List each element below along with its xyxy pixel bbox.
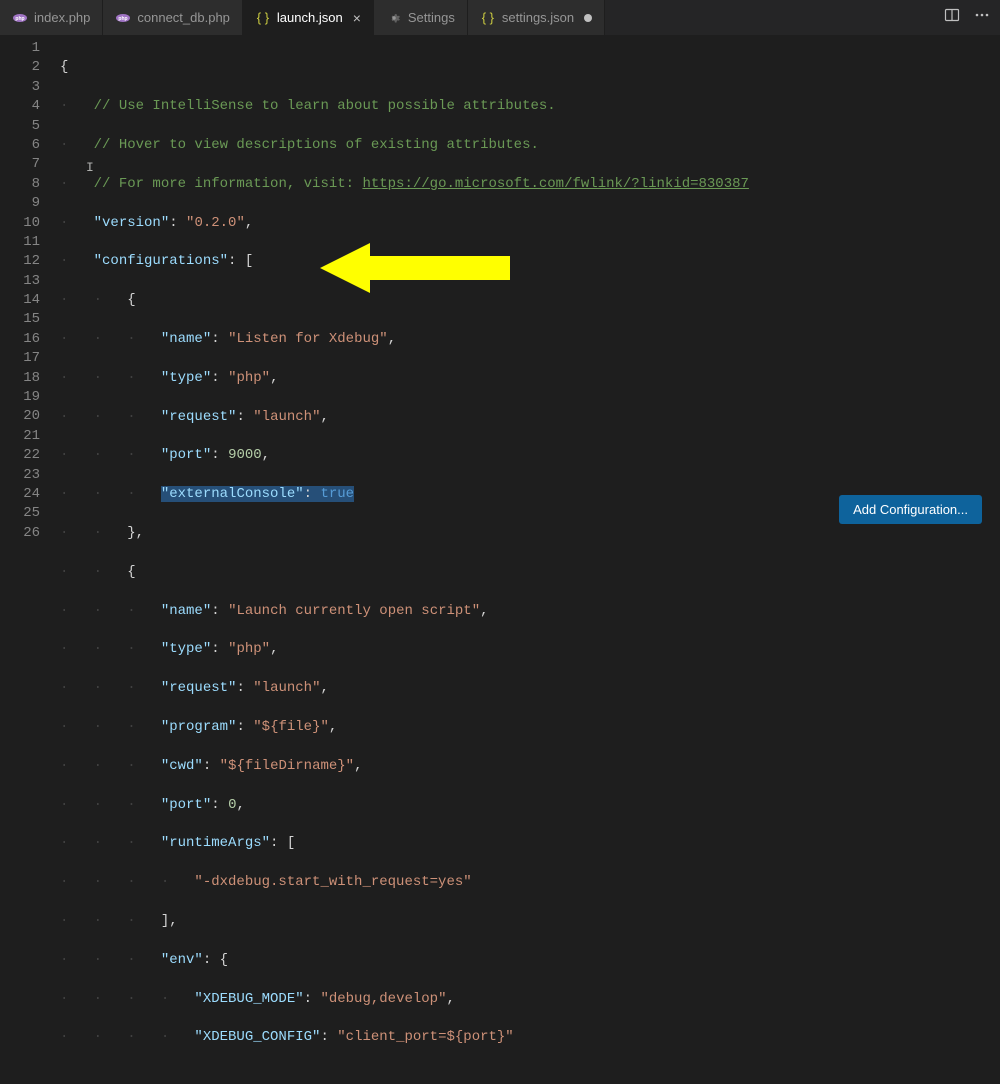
code-content[interactable]: { · // Use IntelliSense to learn about p… [60, 35, 1000, 542]
line-number: 4 [0, 97, 40, 116]
line-number: 24 [0, 485, 40, 504]
line-number: 21 [0, 427, 40, 446]
tab-label: Settings [408, 10, 455, 25]
line-number: 17 [0, 349, 40, 368]
line-number: 14 [0, 291, 40, 310]
line-number: 12 [0, 252, 40, 271]
text-cursor-icon: I [86, 158, 94, 177]
tab-bar: php index.php php connect_db.php { } lau… [0, 0, 1000, 35]
line-number: 22 [0, 446, 40, 465]
svg-text:php: php [15, 16, 24, 22]
tab-connect-db-php[interactable]: php connect_db.php [103, 0, 243, 35]
tab-settings-json[interactable]: { } settings.json [468, 0, 605, 35]
line-number: 11 [0, 233, 40, 252]
tab-settings[interactable]: Settings [374, 0, 468, 35]
tab-label: settings.json [502, 10, 574, 25]
gear-icon [386, 10, 402, 26]
php-icon: php [115, 10, 131, 26]
line-number: 25 [0, 504, 40, 523]
line-number: 23 [0, 466, 40, 485]
line-number-gutter: 1 2 3 4 5 6 7 8 9 10 11 12 13 14 15 16 1… [0, 35, 60, 542]
tab-actions [934, 0, 1000, 35]
line-number: 26 [0, 524, 40, 543]
tab-label: index.php [34, 10, 90, 25]
line-number: 6 [0, 136, 40, 155]
line-number: 3 [0, 78, 40, 97]
add-configuration-button[interactable]: Add Configuration... [839, 495, 982, 524]
tab-index-php[interactable]: php index.php [0, 0, 103, 35]
tab-launch-json[interactable]: { } launch.json × [243, 0, 374, 35]
line-number: 13 [0, 272, 40, 291]
line-number: 16 [0, 330, 40, 349]
line-number: 10 [0, 214, 40, 233]
line-number: 19 [0, 388, 40, 407]
line-number: 5 [0, 117, 40, 136]
line-number: 1 [0, 39, 40, 58]
split-editor-icon[interactable] [944, 7, 960, 28]
annotation-arrow-icon [320, 238, 520, 298]
tab-label: launch.json [277, 10, 343, 25]
close-icon[interactable]: × [353, 10, 361, 26]
line-number: 7 [0, 155, 40, 174]
more-actions-icon[interactable] [974, 7, 990, 28]
dirty-indicator-icon [584, 14, 592, 22]
json-icon: { } [480, 10, 496, 26]
line-number: 18 [0, 369, 40, 388]
line-number: 8 [0, 175, 40, 194]
line-number: 9 [0, 194, 40, 213]
tab-label: connect_db.php [137, 10, 230, 25]
json-icon: { } [255, 10, 271, 26]
line-number: 2 [0, 58, 40, 77]
line-number: 20 [0, 407, 40, 426]
line-number: 15 [0, 310, 40, 329]
php-icon: php [12, 10, 28, 26]
svg-text:php: php [119, 16, 128, 22]
